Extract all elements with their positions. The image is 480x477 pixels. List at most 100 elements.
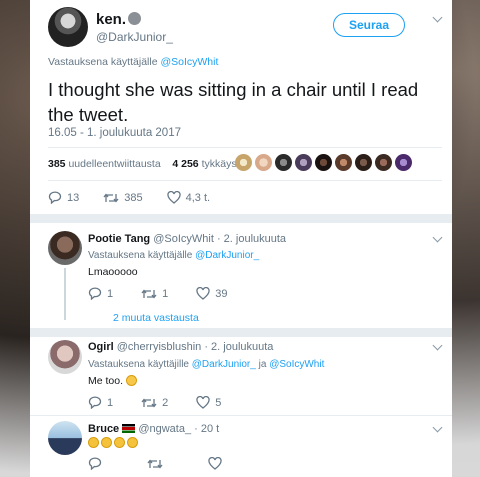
liker-avatars <box>235 154 415 171</box>
liker-avatar[interactable] <box>295 154 312 171</box>
reply-button[interactable] <box>88 457 107 470</box>
main-reply-context: Vastauksena käyttäjälle @SoIcyWhit <box>48 56 218 68</box>
reply-prefix: Vastauksena käyttäjälle <box>48 56 158 68</box>
liker-avatar[interactable] <box>395 154 412 171</box>
reply-prefix: Vastauksena käyttäjälle <box>88 250 193 261</box>
reply-actions <box>88 457 251 470</box>
retweet-icon <box>141 288 157 299</box>
reply-button[interactable]: 1 <box>88 396 113 409</box>
reply-author-name: Pootie Tang <box>88 233 151 245</box>
reply-actions: 1 1 39 <box>88 287 252 300</box>
retweet-count: 1 <box>162 287 169 300</box>
retweets-stat[interactable]: 385 uudelleentwiittausta <box>48 158 161 170</box>
retweets-count: 385 <box>48 158 66 170</box>
reply-author-name: Bruce <box>88 423 120 435</box>
heart-icon <box>196 287 210 300</box>
reply-avatar[interactable] <box>48 421 82 455</box>
follow-button[interactable]: Seuraa <box>333 13 405 37</box>
retweet-icon <box>141 397 157 408</box>
grinning-emoji-icon <box>88 437 99 448</box>
reply-icon <box>88 287 102 300</box>
retweet-count: 2 <box>162 396 169 409</box>
reply-icon <box>88 457 102 470</box>
reply-author[interactable]: Ogirl @cherryisblushin · 2. joulukuuta <box>88 341 273 353</box>
reply-to-link[interactable]: @DarkJunior_ <box>195 250 259 261</box>
liker-avatar[interactable] <box>375 154 392 171</box>
thread-line <box>64 268 66 320</box>
main-author-name-text: ken. <box>96 11 127 28</box>
reply-author[interactable]: Bruce @ngwata_ · 20 t <box>88 423 219 435</box>
liker-avatar[interactable] <box>255 154 272 171</box>
liker-avatar[interactable] <box>355 154 372 171</box>
chevron-down-icon[interactable] <box>432 14 444 24</box>
like-button[interactable]: 39 <box>196 287 228 300</box>
reply-button[interactable]: 1 <box>88 287 113 300</box>
divider <box>30 415 452 416</box>
reply-author-handle: @SoIcyWhit <box>153 233 214 245</box>
heart-icon <box>166 191 181 204</box>
reply-time[interactable]: · 2. joulukuuta <box>217 233 286 245</box>
like-button[interactable]: 5 <box>196 396 221 409</box>
main-author-handle[interactable]: @DarkJunior_ <box>96 30 173 44</box>
show-more-replies-link[interactable]: 2 muuta vastausta <box>113 312 199 324</box>
chevron-down-icon[interactable] <box>432 234 444 244</box>
divider <box>48 180 442 181</box>
reply-button[interactable]: 13 <box>48 191 79 204</box>
main-author-name[interactable]: ken. <box>96 11 142 28</box>
retweet-button[interactable]: 385 <box>103 191 143 204</box>
liker-avatar[interactable] <box>235 154 252 171</box>
reply-count: 13 <box>67 191 80 204</box>
reply-context: Vastauksena käyttäjille @DarkJunior_ ja … <box>88 359 324 370</box>
heart-icon <box>208 457 222 470</box>
crying-emoji-icon <box>125 375 137 386</box>
retweet-button[interactable]: 1 <box>141 288 168 300</box>
main-author-avatar[interactable] <box>48 7 88 47</box>
grinning-emoji-icon <box>127 437 138 448</box>
likes-count: 4 256 <box>172 158 199 170</box>
main-tweet-text: I thought she was sitting in a chair unt… <box>48 79 419 125</box>
reply-count: 1 <box>107 287 114 300</box>
reply-author-name: Ogirl <box>88 341 114 353</box>
reply-actions: 1 2 5 <box>88 396 245 409</box>
reply-time[interactable]: · 20 t <box>194 423 219 435</box>
tweet-panel: ken. @DarkJunior_ Seuraa Vastauksena käy… <box>30 0 452 477</box>
main-tweet-timestamp[interactable]: 16.05 - 1. joulukuuta 2017 <box>48 127 181 139</box>
reply-text: Lmaooooo <box>88 266 138 278</box>
heart-icon <box>196 396 210 409</box>
reply-author-handle: @cherryisblushin <box>116 341 202 353</box>
reply-avatar[interactable] <box>48 340 82 374</box>
retweet-count: 385 <box>124 191 143 204</box>
chevron-down-icon[interactable] <box>432 342 444 352</box>
retweet-icon <box>103 192 119 203</box>
like-button[interactable]: 4,3 t. <box>166 191 211 204</box>
reply-count: 1 <box>107 396 114 409</box>
chevron-down-icon[interactable] <box>432 424 444 434</box>
retweet-button[interactable] <box>147 458 168 470</box>
like-count: 5 <box>215 396 222 409</box>
main-tweet-actions: 13 385 4,3 t. <box>48 191 234 204</box>
reply-to-link[interactable]: @DarkJunior_ <box>192 359 256 370</box>
reply-author[interactable]: Pootie Tang @SoIcyWhit · 2. joulukuuta <box>88 233 286 245</box>
grinning-emoji-icon <box>101 437 112 448</box>
liker-avatar[interactable] <box>335 154 352 171</box>
reply-text: Me too. <box>88 375 124 387</box>
kenya-flag-icon <box>122 424 136 433</box>
like-count: 4,3 t. <box>185 191 211 204</box>
retweet-button[interactable]: 2 <box>141 397 168 409</box>
reply-to-link[interactable]: @SoIcyWhit <box>269 359 324 370</box>
liker-avatar[interactable] <box>275 154 292 171</box>
reply-author-handle: @ngwata_ <box>138 423 192 435</box>
reply-avatar[interactable] <box>48 231 82 265</box>
retweet-icon <box>147 458 163 469</box>
reply-to-link[interactable]: @SoIcyWhit <box>160 56 218 68</box>
like-button[interactable] <box>208 457 227 470</box>
reply-icon <box>48 191 62 204</box>
tweet-stats: 385 uudelleentwiittausta 4 256 tykkäystä <box>48 158 245 170</box>
reply-time[interactable]: · 2. joulukuuta <box>204 341 273 353</box>
reply-emoji-row <box>88 437 140 449</box>
reply-text-row: Me too. <box>88 375 139 387</box>
section-divider <box>30 328 452 337</box>
liker-avatar[interactable] <box>315 154 332 171</box>
section-divider <box>30 214 452 223</box>
like-count: 39 <box>215 287 228 300</box>
